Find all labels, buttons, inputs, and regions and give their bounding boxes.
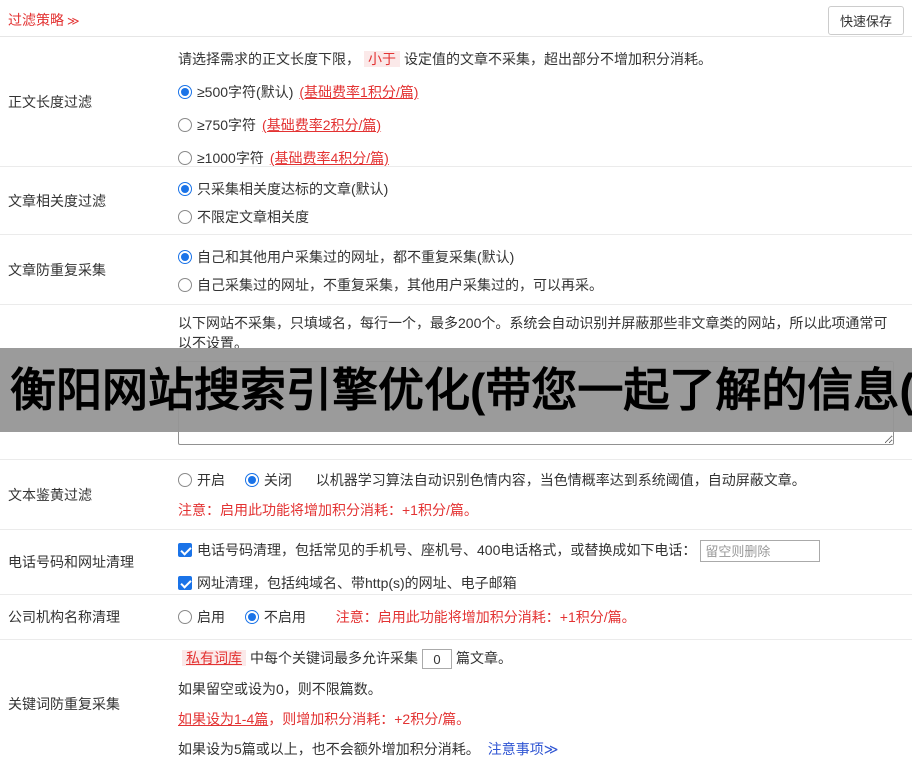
row-company-clean-content: 启用 不启用 注意：启用此功能将增加积分消耗：+1积分/篇。 xyxy=(178,595,912,639)
keyword-note-unlimited: 如果留空或设为0，则不限篇数。 xyxy=(178,681,382,698)
row-body-length: 正文长度过滤 请选择需求的正文长度下限， 小于 设定值的文章不采集，超出部分不增加积… xyxy=(0,37,912,167)
phone-clean-option: 电话号码清理，包括常见的手机号、座机号、400电话格式，或替换成如下电话： xyxy=(178,538,904,563)
option-1000-note: (基础费率4积分/篇) xyxy=(269,150,389,166)
option-500-label[interactable]: ≥500字符(默认) xyxy=(197,84,293,100)
radio-750-chars[interactable] xyxy=(178,118,192,132)
replacement-phone-input[interactable] xyxy=(700,540,821,563)
option-porn-off-label[interactable]: 关闭 xyxy=(264,472,292,488)
option-dedupe-all: 自己和其他用户采集过的网址，都不重复采集(默认) xyxy=(178,247,904,267)
keyword-five-text: 如果设为5篇或以上，也不会额外增加积分消耗。 xyxy=(178,741,480,758)
drag-overlay-banner: 衡阳网站搜索引擎优化(带您一起了解的信息(图 xyxy=(0,348,912,432)
row-body-length-content: 请选择需求的正文长度下限， 小于 设定值的文章不采集，超出部分不增加积分消耗。 ≥5… xyxy=(178,37,912,166)
option-relevance-any: 不限定文章相关度 xyxy=(178,207,904,227)
radio-1000-chars[interactable] xyxy=(178,151,192,165)
page-title: 过滤策略 xyxy=(8,12,64,28)
row-company-clean-label: 公司机构名称清理 xyxy=(8,609,120,625)
radio-company-off[interactable] xyxy=(244,610,259,624)
collapse-chevron-icon[interactable]: ≫ xyxy=(67,14,80,28)
row-porn-filter-content: 开启 关闭 以机器学习算法自动识别色情内容，当色情概率达到系统阈值，自动屏蔽文章… xyxy=(178,460,912,529)
row-relevance-label: 文章相关度过滤 xyxy=(8,192,106,209)
less-than-highlight: 小于 xyxy=(364,51,400,67)
option-company-off-label[interactable]: 不启用 xyxy=(264,609,306,625)
filter-settings-page: 过滤策略 ≫ 快速保存 正文长度过滤 请选择需求的正文长度下限， 小于 设定值的文章不… xyxy=(0,0,912,768)
notes-link[interactable]: 注意事项≫ xyxy=(488,741,559,757)
keyword-cost-rest: ，则增加积分消耗：+2积分/篇。 xyxy=(268,711,471,728)
keyword-note-five: 如果设为5篇或以上，也不会额外增加积分消耗。 注意事项≫ xyxy=(178,739,904,759)
option-750-note: (基础费率2积分/篇) xyxy=(262,117,382,133)
option-dedupe-all-label[interactable]: 自己和其他用户采集过的网址，都不重复采集(默认) xyxy=(197,249,514,265)
row-company-clean: 公司机构名称清理 启用 不启用 注意：启用此功能将增加积分消耗：+1积分/篇。 xyxy=(0,595,912,640)
row-body-length-label: 正文长度过滤 xyxy=(8,93,92,110)
keyword-cost-range: 如果设为1-4篇 xyxy=(178,711,269,728)
option-relevance-any-label[interactable]: 不限定文章相关度 xyxy=(197,209,309,225)
row-dedupe-content: 自己和其他用户采集过的网址，都不重复采集(默认) 自己采集过的网址，不重复采集，… xyxy=(178,235,912,304)
keyword-limit-line: 私有词库中每个关键词最多允许采集 篇文章。 xyxy=(178,648,904,670)
company-clean-note: 注意：启用此功能将增加积分消耗：+1积分/篇。 xyxy=(335,609,636,625)
keyword-note-cost: 如果设为1-4篇，则增加积分消耗：+2积分/篇。 xyxy=(178,709,904,729)
radio-porn-on[interactable] xyxy=(178,473,192,487)
option-750-label[interactable]: ≥750字符 xyxy=(197,117,256,133)
body-length-intro: 请选择需求的正文长度下限， 小于 设定值的文章不采集，超出部分不增加积分消耗。 xyxy=(178,49,904,69)
option-company-on-label[interactable]: 启用 xyxy=(197,609,225,625)
radio-relevance-any[interactable] xyxy=(178,210,192,224)
option-500-note: (基础费率1积分/篇) xyxy=(299,84,419,100)
option-1000-label[interactable]: ≥1000字符 xyxy=(197,150,264,166)
checkbox-phone-clean[interactable] xyxy=(178,543,192,557)
phone-clean-label[interactable]: 电话号码清理，包括常见的手机号、座机号、400电话格式，或替换成如下电话： xyxy=(197,542,696,558)
keyword-limit-mid: 中每个关键词最多允许采集 xyxy=(250,650,418,666)
option-company-on: 启用 xyxy=(178,609,225,625)
row-keyword-dedupe-label: 关键词防重复采集 xyxy=(8,696,120,712)
intro-after: 设定值的文章不采集，超出部分不增加积分消耗。 xyxy=(404,51,712,67)
row-porn-filter-label: 文本鉴黄过滤 xyxy=(8,486,92,503)
radio-porn-off[interactable] xyxy=(244,473,259,487)
option-company-off: 不启用 xyxy=(244,609,306,625)
option-750-chars: ≥750字符 (基础费率2积分/篇) xyxy=(178,115,904,135)
radio-company-on[interactable] xyxy=(178,610,192,624)
intro-before: 请选择需求的正文长度下限， xyxy=(178,51,360,67)
row-relevance: 文章相关度过滤 只采集相关度达标的文章(默认) 不限定文章相关度 xyxy=(0,167,912,235)
keyword-limit-after: 篇文章。 xyxy=(456,650,512,666)
row-keyword-dedupe-content: 私有词库中每个关键词最多允许采集 篇文章。 如果留空或设为0，则不限篇数。 如果设… xyxy=(178,640,912,768)
porn-filter-note: 注意：启用此功能将增加积分消耗：+1积分/篇。 xyxy=(178,502,478,518)
option-500-chars: ≥500字符(默认) (基础费率1积分/篇) xyxy=(178,82,904,102)
row-keyword-dedupe: 关键词防重复采集 私有词库中每个关键词最多允许采集 篇文章。 如果留空或设为0，则… xyxy=(0,640,912,768)
company-clean-options: 启用 不启用 注意：启用此功能将增加积分消耗：+1积分/篇。 xyxy=(178,607,904,627)
row-dedupe-label: 文章防重复采集 xyxy=(8,261,106,278)
quick-save-button[interactable]: 快速保存 xyxy=(827,6,904,35)
option-porn-off: 关闭 xyxy=(244,472,292,488)
option-1000-chars: ≥1000字符 (基础费率4积分/篇) xyxy=(178,148,904,168)
option-relevance-strict: 只采集相关度达标的文章(默认) xyxy=(178,179,904,199)
option-porn-on-label[interactable]: 开启 xyxy=(197,472,225,488)
url-clean-label[interactable]: 网址清理，包括纯域名、带http(s)的网址、电子邮箱 xyxy=(197,575,517,591)
keyword-limit-input[interactable] xyxy=(422,649,452,670)
option-porn-on: 开启 xyxy=(178,472,225,488)
radio-dedupe-all[interactable] xyxy=(178,250,192,264)
blacklist-description: 以下网站不采集，只填域名，每行一个，最多200个。系统会自动识别并屏蔽那些非文章… xyxy=(178,315,888,351)
option-dedupe-self: 自己采集过的网址，不重复采集，其他用户采集过的，可以再采。 xyxy=(178,275,904,295)
option-dedupe-self-label[interactable]: 自己采集过的网址，不重复采集，其他用户采集过的，可以再采。 xyxy=(197,277,603,293)
row-dedupe: 文章防重复采集 自己和其他用户采集过的网址，都不重复采集(默认) 自己采集过的网… xyxy=(0,235,912,305)
radio-dedupe-self[interactable] xyxy=(178,278,192,292)
row-phone-url-clean-label: 电话号码和网址清理 xyxy=(8,554,134,570)
private-lexicon-highlight: 私有词库 xyxy=(182,650,246,666)
row-relevance-content: 只采集相关度达标的文章(默认) 不限定文章相关度 xyxy=(178,167,912,234)
porn-filter-description: 以机器学习算法自动识别色情内容，当色情概率达到系统阈值，自动屏蔽文章。 xyxy=(315,472,806,488)
url-clean-option: 网址清理，包括纯域名、带http(s)的网址、电子邮箱 xyxy=(178,571,904,595)
radio-relevance-strict[interactable] xyxy=(178,182,192,196)
checkbox-url-clean[interactable] xyxy=(178,576,192,591)
row-phone-url-clean: 电话号码和网址清理 电话号码清理，包括常见的手机号、座机号、400电话格式，或替… xyxy=(0,530,912,595)
row-porn-filter: 文本鉴黄过滤 开启 关闭 以机器学习算法自动识别色情内容，当色情概率达到系统阈值… xyxy=(0,460,912,530)
porn-filter-options: 开启 关闭 以机器学习算法自动识别色情内容，当色情概率达到系统阈值，自动屏蔽文章… xyxy=(178,470,904,490)
radio-500-chars[interactable] xyxy=(178,85,192,99)
row-phone-url-clean-content: 电话号码清理，包括常见的手机号、座机号、400电话格式，或替换成如下电话： 网址… xyxy=(178,530,912,594)
topbar: 过滤策略 ≫ 快速保存 xyxy=(0,0,912,37)
option-relevance-strict-label[interactable]: 只采集相关度达标的文章(默认) xyxy=(197,181,388,197)
